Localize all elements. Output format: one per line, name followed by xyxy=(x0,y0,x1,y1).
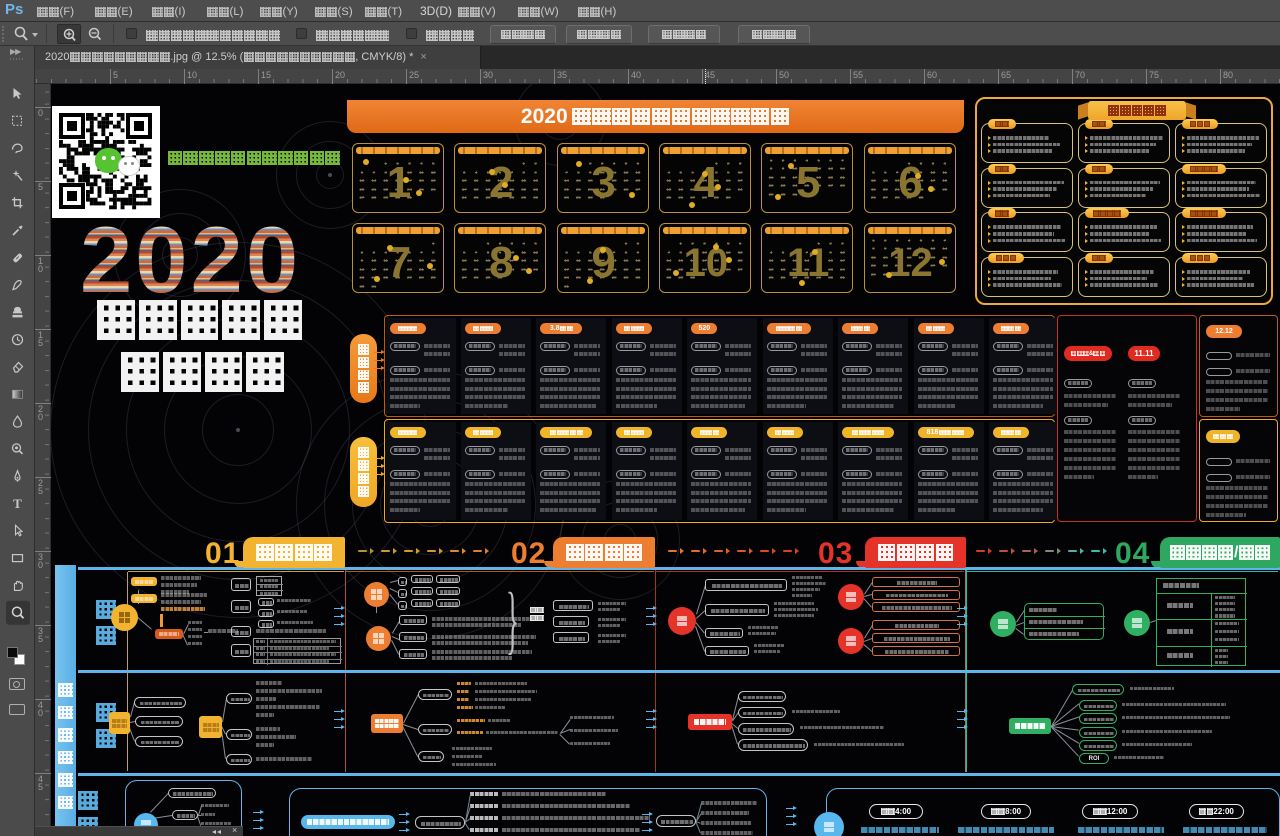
svg-text:T: T xyxy=(13,496,22,511)
